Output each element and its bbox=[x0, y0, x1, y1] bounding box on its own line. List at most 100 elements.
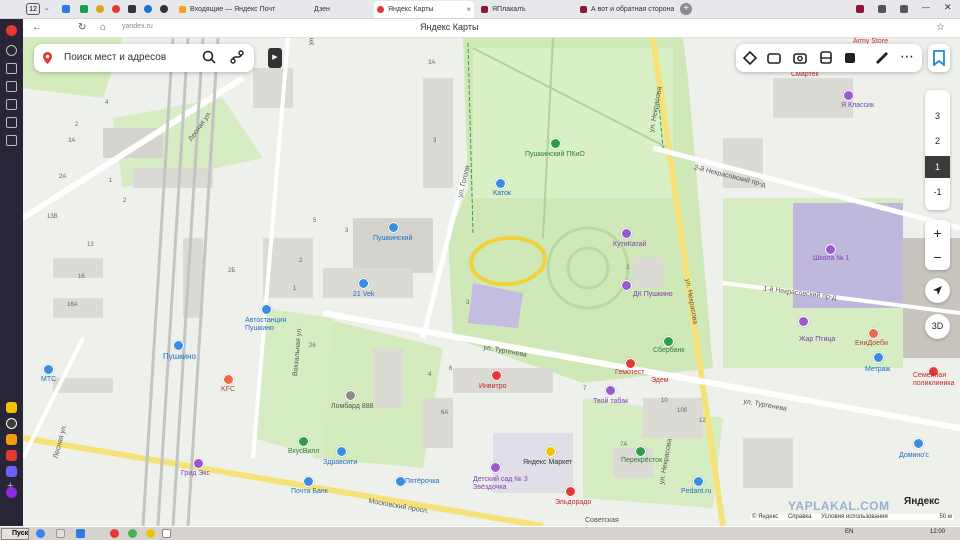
ruler-icon[interactable] bbox=[874, 50, 890, 66]
calendar-icon[interactable] bbox=[6, 117, 17, 128]
shop-poi-icon[interactable] bbox=[873, 352, 884, 363]
tab-yandex-maps[interactable]: Яндекс Карты × bbox=[374, 1, 474, 18]
pinned-tab-icon[interactable] bbox=[62, 5, 70, 13]
tabs-dropdown-icon[interactable]: ⌄ bbox=[44, 4, 50, 12]
mts-poi-icon[interactable] bbox=[43, 364, 54, 375]
ext-icon[interactable] bbox=[878, 5, 886, 13]
taskbar-app-icon[interactable] bbox=[36, 529, 45, 538]
market-poi-icon[interactable] bbox=[545, 446, 556, 457]
panorama-icon[interactable] bbox=[766, 50, 782, 66]
search-icon[interactable] bbox=[202, 50, 216, 64]
pinned-tab-icon[interactable] bbox=[128, 5, 136, 13]
ext-icon[interactable] bbox=[900, 5, 908, 13]
shop-poi-icon[interactable] bbox=[193, 458, 204, 469]
profile-button[interactable] bbox=[928, 44, 950, 72]
floor-minus1-button[interactable]: -1 bbox=[925, 181, 950, 203]
grocery-poi-icon[interactable] bbox=[298, 436, 309, 447]
tobacco-poi-icon[interactable] bbox=[605, 385, 616, 396]
traffic-icon[interactable] bbox=[842, 50, 858, 66]
notifications-icon[interactable] bbox=[6, 25, 17, 36]
floor-1-button[interactable]: 1 bbox=[925, 156, 950, 178]
app-icon[interactable] bbox=[6, 450, 17, 461]
rail-station-icon[interactable] bbox=[173, 340, 184, 351]
lab-poi-icon[interactable] bbox=[491, 370, 502, 381]
home-icon[interactable]: ⌂ bbox=[100, 22, 106, 33]
window-close-icon[interactable]: ✕ bbox=[944, 2, 952, 13]
close-icon[interactable]: × bbox=[466, 1, 471, 18]
pinned-tab-icon[interactable] bbox=[96, 5, 104, 13]
minimize-icon[interactable]: — bbox=[922, 3, 930, 12]
start-button[interactable]: Пуск bbox=[1, 528, 29, 540]
3d-button[interactable]: 3D bbox=[925, 314, 950, 339]
map-canvas[interactable]: ул. Тургенева ул. Тургенева ул. Некрасов… bbox=[23, 38, 960, 526]
app-icon[interactable] bbox=[6, 434, 17, 445]
bank-poi-icon[interactable] bbox=[663, 336, 674, 347]
taskbar-app-icon[interactable] bbox=[162, 529, 171, 538]
skating-poi-icon[interactable] bbox=[495, 178, 506, 189]
repair-poi-icon[interactable] bbox=[693, 476, 704, 487]
collections-icon[interactable] bbox=[6, 63, 17, 74]
pharmacy-poi-icon[interactable] bbox=[336, 446, 347, 457]
shop-poi-icon[interactable] bbox=[798, 316, 809, 327]
photo-icon[interactable] bbox=[792, 50, 808, 66]
park-poi-icon[interactable] bbox=[550, 138, 561, 149]
language-indicator[interactable]: EN bbox=[845, 529, 853, 535]
terms-link[interactable]: Условия использования bbox=[821, 514, 888, 520]
geolocation-button[interactable] bbox=[925, 278, 950, 303]
school-poi-icon[interactable] bbox=[825, 244, 836, 255]
bookmark-icon[interactable]: ☆ bbox=[936, 22, 945, 33]
search-box[interactable]: Поиск мест и адресов bbox=[34, 44, 254, 72]
mall-poi-icon[interactable] bbox=[388, 222, 399, 233]
tab-dzen[interactable]: Дзен bbox=[300, 1, 370, 18]
taskbar-app-icon[interactable] bbox=[56, 529, 65, 538]
app-icon[interactable] bbox=[6, 418, 17, 429]
tab-yaplakal[interactable]: ЯПлакалъ bbox=[478, 1, 573, 18]
bus-station-icon[interactable] bbox=[261, 304, 272, 315]
bank-poi-icon[interactable] bbox=[303, 476, 314, 487]
copyright-link[interactable]: © Яндекс bbox=[752, 514, 778, 520]
collapse-panel-button[interactable]: ▶ bbox=[268, 48, 282, 68]
back-icon[interactable]: ← bbox=[32, 22, 42, 33]
grocery-poi-icon[interactable] bbox=[635, 446, 646, 457]
pinned-tab-icon[interactable] bbox=[160, 5, 168, 13]
floor-2-button[interactable]: 2 bbox=[925, 130, 950, 152]
taskbar-app-icon[interactable] bbox=[76, 529, 85, 538]
tab-counter[interactable]: 12 bbox=[26, 3, 40, 15]
pinned-tab-icon[interactable] bbox=[112, 5, 120, 13]
kids-poi-icon[interactable] bbox=[621, 228, 632, 239]
pinned-tab-icon[interactable] bbox=[80, 5, 88, 13]
more-icon[interactable]: ⋯ bbox=[900, 48, 914, 65]
zoom-in-button[interactable]: + bbox=[925, 222, 950, 244]
transport-icon[interactable] bbox=[818, 50, 834, 66]
app-icon[interactable] bbox=[6, 466, 17, 477]
school-poi-icon[interactable] bbox=[843, 90, 854, 101]
ext-icon[interactable] bbox=[856, 5, 864, 13]
lab-poi-icon[interactable] bbox=[625, 358, 636, 369]
tab-mail[interactable]: Входящие — Яндекс Почт bbox=[176, 1, 276, 18]
map-svg[interactable] bbox=[23, 38, 960, 526]
electronics-poi-icon[interactable] bbox=[565, 486, 576, 497]
kindergarten-poi-icon[interactable] bbox=[490, 462, 501, 473]
tab-obratnaya[interactable]: А вот и обратная сторона bbox=[577, 1, 677, 18]
downloads-icon[interactable] bbox=[6, 99, 17, 110]
search-input[interactable]: Поиск мест и адресов bbox=[64, 52, 166, 63]
reading-icon[interactable] bbox=[6, 81, 17, 92]
taskbar-app-icon[interactable] bbox=[110, 529, 119, 538]
floor-3-button[interactable]: 3 bbox=[925, 105, 950, 127]
pawnshop-poi-icon[interactable] bbox=[345, 390, 356, 401]
food-poi-icon[interactable] bbox=[223, 374, 234, 385]
pizza-poi-icon[interactable] bbox=[913, 438, 924, 449]
taskbar-app-icon[interactable] bbox=[146, 529, 155, 538]
taskbar-app-icon[interactable] bbox=[128, 529, 137, 538]
culture-poi-icon[interactable] bbox=[621, 280, 632, 291]
alice-icon[interactable] bbox=[6, 487, 17, 498]
pinned-tab-icon[interactable] bbox=[144, 5, 152, 13]
food-poi-icon[interactable] bbox=[868, 328, 879, 339]
refresh-icon[interactable]: ↻ bbox=[78, 22, 86, 33]
zoom-out-button[interactable]: − bbox=[925, 246, 950, 268]
tools-icon[interactable] bbox=[6, 135, 17, 146]
shop-poi-icon[interactable] bbox=[358, 278, 369, 289]
address-host[interactable]: yandex.ru bbox=[122, 23, 153, 30]
route-icon[interactable] bbox=[230, 50, 244, 64]
help-link[interactable]: Справка bbox=[788, 514, 812, 520]
